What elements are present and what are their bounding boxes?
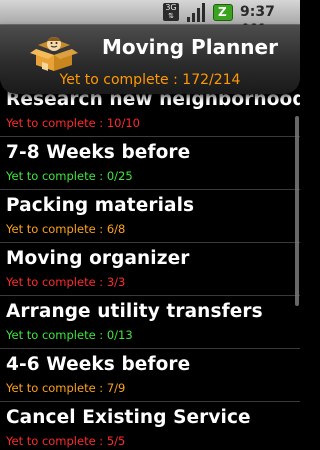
list-item[interactable]: Moving organizer Yet to complete : 3/3 <box>0 243 300 296</box>
list-item-status: Yet to complete : 7/9 <box>6 381 126 395</box>
list-item-status: Yet to complete : 5/5 <box>6 434 126 448</box>
list-item-status: Yet to complete : 6/8 <box>6 222 126 236</box>
list-item[interactable]: Arrange utility transfers Yet to complet… <box>0 296 300 349</box>
overall-progress-text: Yet to complete : 172/214 <box>59 72 241 88</box>
list-item[interactable]: 4-6 Weeks before Yet to complete : 7/9 <box>0 349 300 402</box>
list-item-title: 7-8 Weeks before <box>6 142 191 163</box>
list-item-title: Cancel Existing Service <box>6 407 251 428</box>
list-item[interactable]: Packing materials Yet to complete : 6/8 <box>0 190 300 243</box>
list-scrollbar[interactable] <box>295 116 299 306</box>
list-item-status: Yet to complete : 10/10 <box>6 116 140 130</box>
list-item[interactable]: Cancel Existing Service Yet to complete … <box>0 402 300 450</box>
app-header: Moving Planner Yet to complete : 172/214 <box>0 25 300 94</box>
list-item-title: 4-6 Weeks before <box>6 354 191 375</box>
list-item-title: Moving organizer <box>6 248 190 269</box>
list-item-status: Yet to complete : 0/25 <box>6 169 133 183</box>
list-item-status: Yet to complete : 0/13 <box>6 328 133 342</box>
list-item-title: Packing materials <box>6 195 195 216</box>
app-title: Moving Planner <box>102 35 278 59</box>
list-item-title: Arrange utility transfers <box>6 301 263 322</box>
list-item[interactable]: 7-8 Weeks before Yet to complete : 0/25 <box>0 137 300 190</box>
moving-box-icon <box>30 37 78 71</box>
list-item-status: Yet to complete : 3/3 <box>6 275 126 289</box>
